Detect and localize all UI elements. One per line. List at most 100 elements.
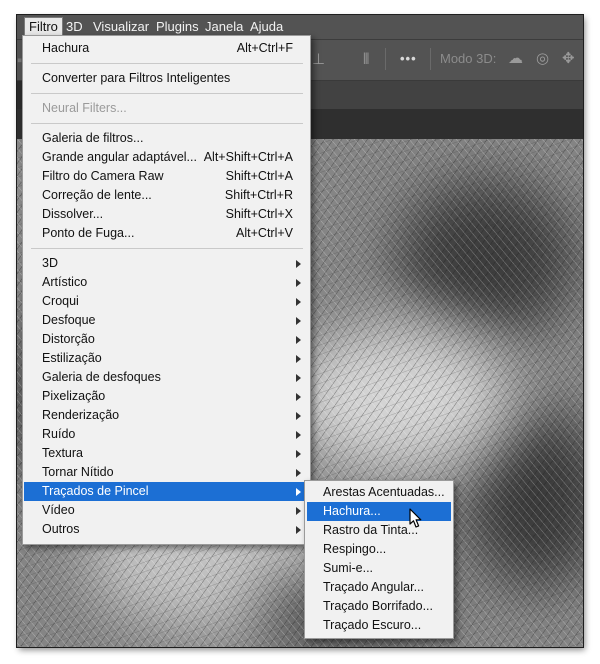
menu-item-adaptive-wide-angle[interactable]: Grande angular adaptável... Alt+Shift+Ct… [24,148,309,167]
menu-item-lens-correction[interactable]: Correção de lente... Shift+Ctrl+R [24,186,309,205]
menu-item-distort[interactable]: Distorção [24,330,309,349]
submenu-item-angled-strokes[interactable]: Traçado Angular... [307,578,451,597]
menu-item-label: Estilização [42,351,102,365]
submenu-arrow-icon [296,374,301,382]
menu-item-blur-gallery[interactable]: Galeria de desfoques [24,368,309,387]
menu-item-label: Desfoque [42,313,96,327]
menu-item-blur[interactable]: Desfoque [24,311,309,330]
menu-item-label: Croqui [42,294,79,308]
submenu-arrow-icon [296,507,301,515]
menu-item-video[interactable]: Vídeo [24,501,309,520]
menu-janela[interactable]: Janela [201,18,247,35]
menu-item-label: Converter para Filtros Inteligentes [42,71,231,85]
brush-strokes-submenu: Arestas Acentuadas... Hachura... Rastro … [304,480,454,639]
submenu-arrow-icon [296,317,301,325]
3d-rotate-icon[interactable]: ☁ [508,50,523,68]
menu-item-label: Grande angular adaptável... [42,150,197,164]
menu-item-label: Vídeo [42,503,75,517]
submenu-arrow-icon [296,279,301,287]
menu-item-camera-raw[interactable]: Filtro do Camera Raw Shift+Ctrl+A [24,167,309,186]
menu-item-label: Hachura [42,41,90,55]
submenu-arrow-icon [296,431,301,439]
submenu-item-crosshatch[interactable]: Hachura... [307,502,451,521]
menu-item-liquify[interactable]: Dissolver... Shift+Ctrl+X [24,205,309,224]
submenu-arrow-icon [296,469,301,477]
menu-item-label: Outros [42,522,80,536]
separator [430,48,431,70]
menu-separator [31,93,303,94]
menu-visualizar[interactable]: Visualizar [89,18,153,35]
menu-item-stylize[interactable]: Estilização [24,349,309,368]
menu-separator [31,63,303,64]
submenu-arrow-icon [296,450,301,458]
menu-item-label: Ponto de Fuga... [42,226,135,240]
menu-item-hachura-last-filter[interactable]: Hachura Alt+Ctrl+F [24,39,309,58]
menu-item-label: Neural Filters... [42,101,127,115]
submenu-arrow-icon [296,393,301,401]
menu-separator [31,248,303,249]
3d-roll-icon[interactable]: ◎ [536,50,549,68]
menu-ajuda[interactable]: Ajuda [246,18,287,35]
submenu-arrow-icon [296,298,301,306]
menu-item-label: Artístico [42,275,88,289]
submenu-arrow-icon [296,412,301,420]
menu-item-sketch[interactable]: Croqui [24,292,309,311]
submenu-arrow-icon [296,336,301,344]
menu-item-vanishing-point[interactable]: Ponto de Fuga... Alt+Ctrl+V [24,224,309,243]
menu-item-label: Correção de lente... [42,188,152,202]
submenu-item-label: Traçado Angular... [323,580,424,594]
submenu-item-accented-edges[interactable]: Arestas Acentuadas... [307,483,451,502]
more-options-button[interactable]: ••• [400,51,417,66]
separator [385,48,386,70]
menu-item-label: Pixelização [42,389,106,403]
submenu-item-sumi-e[interactable]: Sumi-e... [307,559,451,578]
menu-item-shortcut: Alt+Shift+Ctrl+A [203,150,293,164]
menu-item-label: Renderização [42,408,120,422]
menu-item-label: Tornar Nítido [42,465,114,479]
menu-item-label: 3D [42,256,58,270]
submenu-arrow-icon [296,355,301,363]
menu-item-label: Ruído [42,427,76,441]
submenu-item-label: Arestas Acentuadas... [323,485,445,499]
submenu-item-ink-outlines[interactable]: Rastro da Tinta... [307,521,451,540]
menu-item-brush-strokes[interactable]: Traçados de Pincel [24,482,309,501]
menu-plugins[interactable]: Plugins [152,18,203,35]
mouse-pointer-icon [409,508,422,528]
submenu-item-label: Sumi-e... [323,561,374,575]
distribute-bottom-icon[interactable]: ⊥ [312,51,325,69]
menu-item-pixelate[interactable]: Pixelização [24,387,309,406]
menu-filtro[interactable]: Filtro [24,17,63,36]
menu-3d[interactable]: 3D [62,18,87,35]
menu-item-label: Dissolver... [42,207,104,221]
menu-item-other[interactable]: Outros [24,520,309,539]
menu-item-shortcut: Shift+Ctrl+A [225,169,293,183]
menu-item-shortcut: Shift+Ctrl+R [224,188,293,202]
menu-item-label: Filtro do Camera Raw [42,169,164,183]
submenu-item-label: Rastro da Tinta... [323,523,419,537]
submenu-item-label: Hachura... [323,504,381,518]
menu-item-artistic[interactable]: Artístico [24,273,309,292]
menu-item-shortcut: Shift+Ctrl+X [225,207,293,221]
menu-item-shortcut: Alt+Ctrl+V [236,226,293,240]
menu-item-label: Galeria de filtros... [42,131,144,145]
submenu-item-label: Traçado Escuro... [323,618,422,632]
menu-item-neural-filters: Neural Filters... [24,99,309,118]
menu-item-label: Traçados de Pincel [42,484,149,498]
menu-item-texture[interactable]: Textura [24,444,309,463]
submenu-item-label: Traçado Borrifado... [323,599,434,613]
submenu-arrow-icon [296,260,301,268]
3d-pan-icon[interactable]: ✥ [562,50,575,68]
mode-3d-label: Modo 3D: [440,51,497,66]
menu-item-noise[interactable]: Ruído [24,425,309,444]
submenu-item-sprayed-strokes[interactable]: Traçado Borrifado... [307,597,451,616]
submenu-item-spatter[interactable]: Respingo... [307,540,451,559]
menu-item-filter-gallery[interactable]: Galeria de filtros... [24,129,309,148]
menu-separator [31,123,303,124]
menu-item-label: Galeria de desfoques [42,370,161,384]
menu-item-render[interactable]: Renderização [24,406,309,425]
menu-item-convert-smart-filters[interactable]: Converter para Filtros Inteligentes [24,69,309,88]
distribute-horizontal-icon[interactable]: ⫴ [363,51,369,69]
submenu-item-dark-strokes[interactable]: Traçado Escuro... [307,616,451,635]
menu-item-sharpen[interactable]: Tornar Nítido [24,463,309,482]
menu-item-3d[interactable]: 3D [24,254,309,273]
